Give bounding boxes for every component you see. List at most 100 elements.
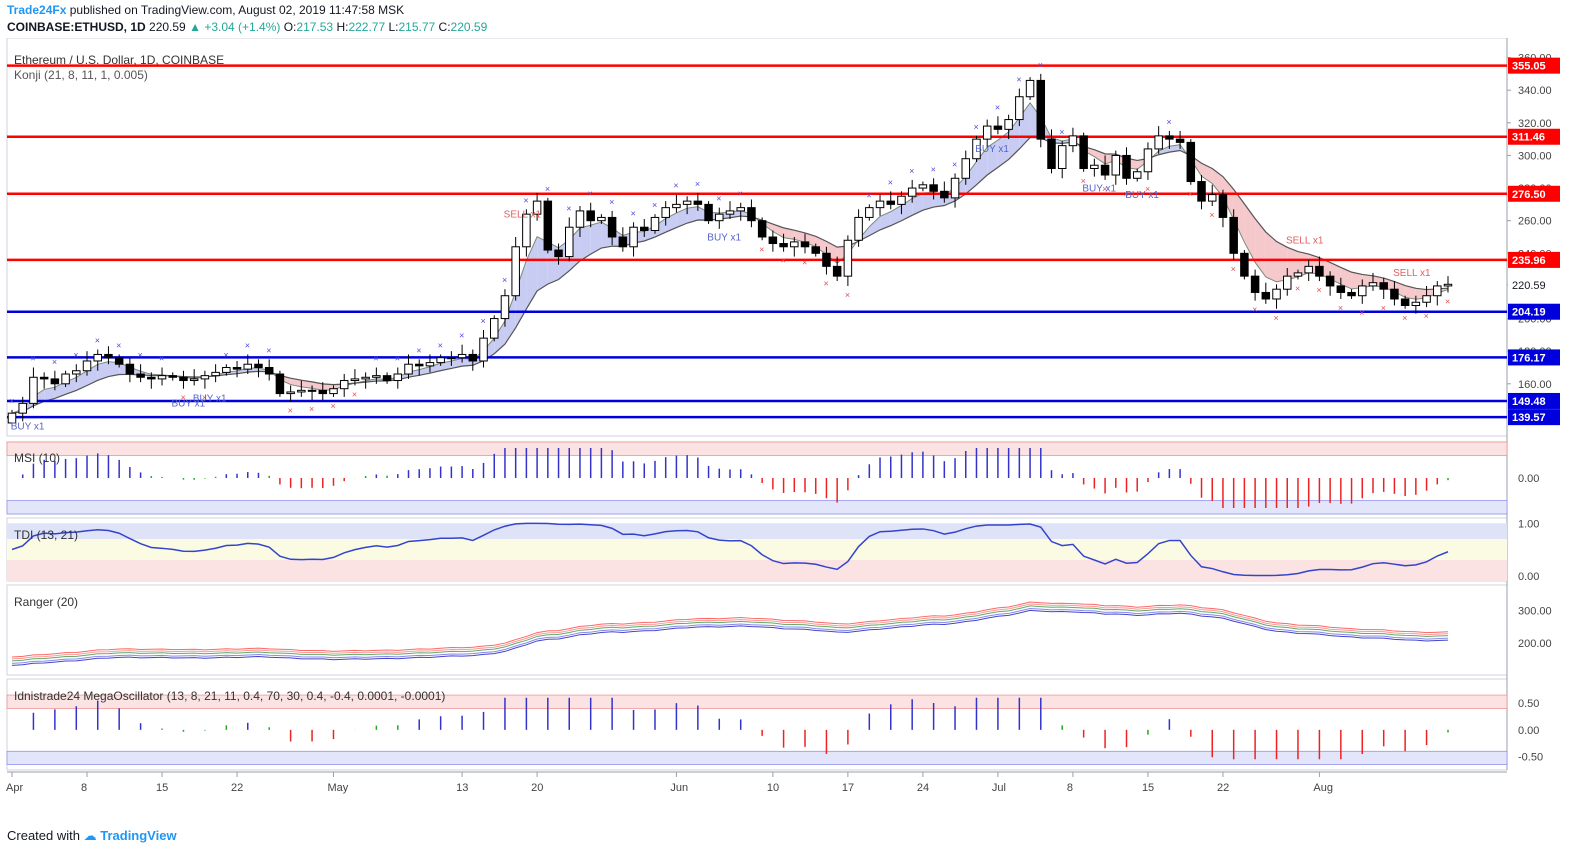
high-label: H: [336,20,349,34]
signal-cross-low: × [802,257,807,267]
candle-body [1004,119,1013,130]
candle-body [1057,145,1067,169]
x-tick-label: 15 [156,782,168,794]
candle-body [457,353,467,359]
candle-body [93,353,102,362]
candle-body [479,337,488,362]
candle-body [1100,164,1110,176]
signal-cross-high: × [1166,117,1171,127]
candle-body [565,226,574,258]
candle-body [29,376,38,404]
candle-body [254,363,263,368]
signal-cross-low: × [1445,296,1450,306]
price-pane: 160.00180.00200.00220.59240.00260.00280.… [7,53,1560,432]
candle-body [222,366,231,373]
candle-body [779,243,788,248]
candle-body [1336,285,1346,293]
signal-cross-high: × [631,208,636,218]
candle-body [1358,285,1367,297]
x-tick-label: Aug [1313,782,1333,794]
candle-body [1400,298,1410,307]
trade-signal-label: SELL x1 [1393,268,1431,279]
candle-body [897,195,906,205]
signal-cross-high: × [1016,75,1021,85]
last-price: 220.59 [149,20,186,34]
signal-cross-high: × [245,340,250,350]
candle-body [1015,96,1024,121]
trade-signal-label: BUY x1 [11,421,45,432]
candle-body [1411,301,1421,307]
signal-cross-high: × [373,353,378,363]
published-text: published on TradingView.com, August 02,… [69,3,405,17]
candle-body [543,200,553,251]
x-tick-label: 24 [917,782,929,794]
candle-body [1390,288,1399,300]
signal-cross-high: × [459,331,464,341]
candle-body [350,378,360,382]
low-label: L: [388,20,399,34]
tradingview-brand[interactable]: TradingView [100,828,176,843]
x-tick-label: 8 [81,782,87,794]
symbol-legend: COINBASE:ETHUSD, 1D 220.59 ▲ +3.04 (+1.4… [7,20,487,34]
candle-body [211,371,220,377]
signal-cross-low: × [823,279,828,289]
publisher-name[interactable]: Trade24Fx [7,3,66,17]
candle-body [1025,79,1035,98]
candle-body [1379,282,1388,290]
candle-body [907,187,917,197]
signal-cross-high: × [266,345,271,355]
konji-legend: Konji (21, 8, 11, 1, 0.005) [14,68,148,82]
candle-body [607,216,617,238]
candle-body [1207,194,1217,202]
konji-band [1255,218,1266,277]
signal-cross-high: × [931,164,936,174]
tdi-y-label: 1.00 [1518,518,1539,530]
candle-body [993,125,1003,130]
close-value: 220.59 [450,20,488,34]
signal-cross-low: × [288,406,293,416]
signal-cross-high: × [738,189,743,199]
candle-body [468,353,478,362]
candle-body [1368,282,1378,287]
candle-body [404,363,413,375]
candle-body [618,236,628,248]
current-price-label: 220.59 [1512,280,1546,292]
chart-canvas[interactable]: 160.00180.00200.00220.59240.00260.00280.… [0,38,1588,848]
candle-body [1154,135,1163,150]
candle-body [650,216,660,231]
signal-cross-high: × [566,203,571,213]
candle-body [1132,171,1142,179]
signal-cross-low: × [309,404,314,414]
signal-cross-high: × [159,353,164,363]
candle-body [114,357,124,365]
signal-cross-high: × [909,166,914,176]
candle-body [736,207,745,212]
candle-body [1443,283,1453,287]
candle-body [843,239,853,277]
level-label: 204.19 [1512,307,1546,319]
signal-cross-high: × [973,122,978,132]
msi-lower-zone [6,500,1508,515]
candle-body [822,252,831,267]
signal-cross-high: × [416,345,421,355]
signal-cross-low: × [1359,308,1364,318]
x-tick-label: 13 [456,782,468,794]
y-tick-label: 160.00 [1518,379,1552,391]
level-label: 311.46 [1512,132,1545,144]
level-label: 176.17 [1512,352,1546,364]
open-value: 217.53 [296,20,334,34]
candle-body [50,378,60,385]
x-tick-label: 22 [1217,782,1229,794]
candle-body [157,375,167,380]
mega-y-label: 0.50 [1518,698,1539,710]
candle-body [382,375,392,382]
candle-body [1347,291,1356,297]
candle-body [1047,138,1056,169]
signal-cross-low: × [1338,303,1343,313]
signal-cross-high: × [438,340,443,350]
level-label: 355.05 [1512,61,1546,73]
candle-body [1122,154,1131,179]
candle-body [682,200,692,205]
x-tick-label: Apr [6,782,23,794]
candle-body [318,389,328,395]
